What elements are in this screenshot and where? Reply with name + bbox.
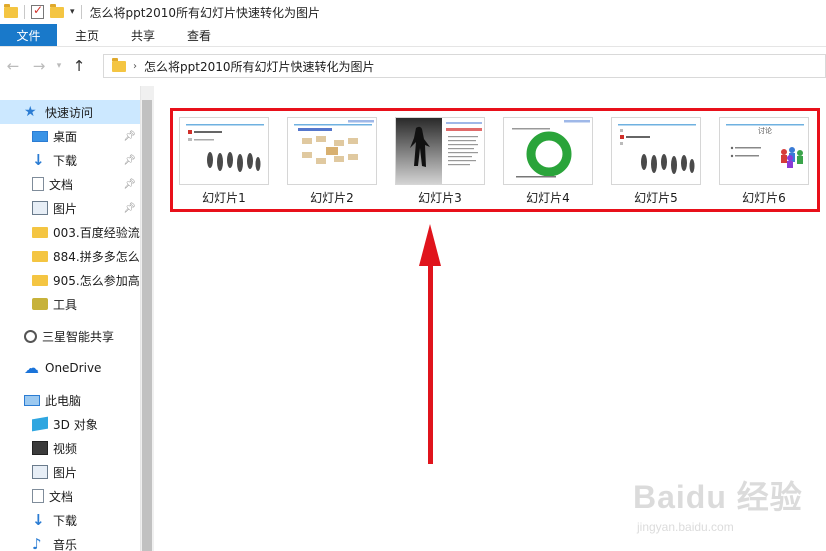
annotation-highlight-box [170, 108, 820, 212]
quick-access-dropdown-icon[interactable]: ▾ [70, 7, 75, 17]
onedrive-cloud-icon: ☁ [24, 359, 39, 377]
sidebar-item-label: 音乐 [53, 537, 78, 551]
sidebar-item-label: 003.百度经验流: [53, 225, 140, 240]
sidebar-item-label: 下载 [53, 513, 78, 528]
music-icon: ♪ [32, 535, 42, 551]
window-title: 怎么将ppt2010所有幻灯片快速转化为图片 [89, 5, 321, 20]
tab-share[interactable]: 共享 [117, 24, 169, 46]
folder-icon [4, 3, 18, 18]
videos-icon [32, 441, 48, 455]
sidebar-item-label: OneDrive [45, 361, 102, 375]
navigation-bar: ← → ▾ ↑ › 怎么将ppt2010所有幻灯片快速转化为图片 [0, 47, 826, 85]
this-pc-icon [24, 394, 40, 406]
pin-icon: 📌︎ [123, 154, 136, 166]
sidebar-item-label: 桌面 [53, 129, 78, 144]
sidebar-item-label: 884.拼多多怎么: [53, 249, 140, 264]
sidebar-item-folder-884[interactable]: 884.拼多多怎么: [0, 244, 140, 268]
samsung-share-icon [24, 329, 37, 343]
divider [24, 5, 25, 19]
sidebar-item-onedrive[interactable]: ☁ OneDrive [0, 356, 140, 380]
sidebar-item-folder-905[interactable]: 905.怎么参加高: [0, 268, 140, 292]
recent-locations-chevron-icon[interactable]: ▾ [52, 61, 66, 71]
document-icon [32, 177, 44, 191]
pictures-icon [32, 465, 48, 479]
sidebar-item-label: 视频 [53, 441, 78, 456]
folder-icon [32, 250, 48, 262]
folder-icon [32, 226, 48, 238]
desktop-icon [32, 130, 48, 142]
sidebar-item-desktop[interactable]: 桌面 📌︎ [0, 124, 140, 148]
folder-icon [32, 274, 48, 286]
annotation-arrow-shaft [428, 252, 433, 464]
forward-arrow-icon[interactable]: → [26, 57, 52, 75]
sidebar-item-tools[interactable]: 工具 [0, 292, 140, 316]
sidebar-item-label: 文档 [49, 489, 74, 504]
sidebar-item-label: 文档 [49, 177, 74, 192]
sidebar-item-label: 图片 [53, 465, 78, 480]
sidebar-item-label: 此电脑 [45, 393, 82, 408]
ribbon: 文件 主页 共享 查看 [0, 24, 826, 47]
baidu-watermark: Baidu 经验 jingyan.baidu.com [625, 458, 821, 550]
sidebar-item-music[interactable]: ♪ 音乐 [0, 532, 140, 551]
pin-icon: 📌︎ [123, 202, 136, 214]
star-icon: ★ [24, 104, 37, 120]
download-icon: ↓ [32, 511, 45, 529]
navigation-pane: ★ 快速访问 桌面 📌︎ ↓ 下载 📌︎ 文档 📌︎ 图片 📌︎ 003.百度经… [0, 100, 154, 551]
new-folder-icon[interactable] [50, 3, 64, 18]
tab-view[interactable]: 查看 [173, 24, 225, 46]
properties-icon[interactable] [31, 3, 44, 19]
sidebar-item-downloads[interactable]: ↓ 下载 📌︎ [0, 148, 140, 172]
document-icon [32, 489, 44, 503]
folder-icon [112, 57, 126, 72]
title-bar: ▾ 怎么将ppt2010所有幻灯片快速转化为图片 [0, 0, 826, 24]
address-bar[interactable]: › 怎么将ppt2010所有幻灯片快速转化为图片 [103, 54, 826, 78]
sidebar-item-this-pc[interactable]: 此电脑 [0, 388, 140, 412]
sidebar-item-label: 快速访问 [45, 105, 94, 120]
watermark-url: jingyan.baidu.com [637, 520, 734, 534]
sidebar-item-documents[interactable]: 文档 📌︎ [0, 172, 140, 196]
sidebar-item-pictures[interactable]: 图片 📌︎ [0, 196, 140, 220]
sidebar-item-videos[interactable]: 视频 [0, 436, 140, 460]
3d-objects-icon [32, 416, 48, 432]
sidebar-item-folder-003[interactable]: 003.百度经验流: [0, 220, 140, 244]
sidebar-item-pictures-pc[interactable]: 图片 [0, 460, 140, 484]
divider [80, 5, 82, 19]
sidebar-item-label: 905.怎么参加高: [53, 273, 140, 288]
up-arrow-icon[interactable]: ↑ [66, 57, 92, 75]
watermark-brand: Baidu 经验 [633, 479, 803, 515]
sidebar-item-label: 三星智能共享 [42, 329, 115, 344]
tab-file[interactable]: 文件 [0, 24, 57, 46]
sidebar-item-label: 工具 [53, 297, 78, 312]
sidebar-item-documents-pc[interactable]: 文档 [0, 484, 140, 508]
sidebar-item-label: 下载 [53, 153, 78, 168]
back-arrow-icon[interactable]: ← [0, 57, 26, 75]
download-icon: ↓ [32, 151, 45, 169]
pin-icon: 📌︎ [123, 130, 136, 142]
pictures-icon [32, 201, 48, 215]
breadcrumb[interactable]: 怎么将ppt2010所有幻灯片快速转化为图片 [144, 58, 374, 75]
sidebar-item-downloads-pc[interactable]: ↓ 下载 [0, 508, 140, 532]
tools-folder-icon [32, 298, 48, 310]
sidebar-item-quick-access[interactable]: ★ 快速访问 [0, 100, 140, 124]
pin-icon: 📌︎ [123, 178, 136, 190]
scrollbar-thumb[interactable] [142, 100, 152, 551]
sidebar-item-label: 3D 对象 [53, 417, 98, 432]
sidebar-item-label: 图片 [53, 201, 78, 216]
breadcrumb-chevron-icon[interactable]: › [133, 61, 137, 72]
tab-home[interactable]: 主页 [61, 24, 113, 46]
sidebar-item-3d-objects[interactable]: 3D 对象 [0, 412, 140, 436]
sidebar-item-samsung-share[interactable]: 三星智能共享 [0, 324, 140, 348]
